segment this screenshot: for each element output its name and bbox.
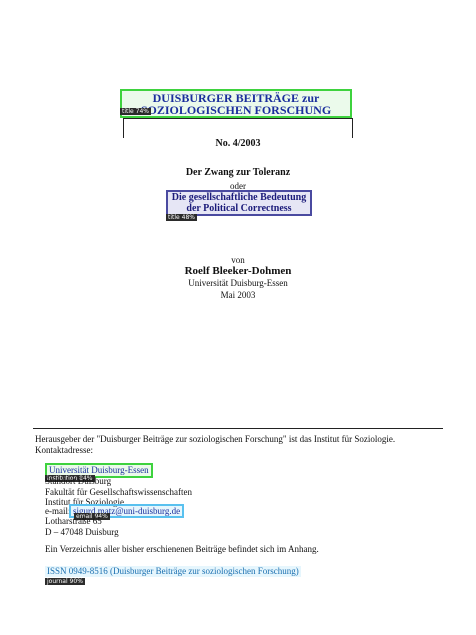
paper-title: Der Zwang zur Toleranz bbox=[185, 167, 291, 178]
contact-street: Lotharstraße 65 bbox=[45, 516, 102, 526]
publication-date: Mai 2003 bbox=[220, 290, 256, 300]
by-label: von bbox=[231, 255, 245, 265]
contact-city: D – 47048 Duisburg bbox=[45, 527, 119, 537]
paper-subtitle: Die gesellschaftliche Bedeutung der Poli… bbox=[166, 190, 312, 216]
publisher-statement: Herausgeber der "Duisburger Beiträge zur… bbox=[35, 434, 396, 455]
title-bracket-top bbox=[123, 118, 353, 119]
subtitle-tag: title 48% bbox=[166, 214, 197, 221]
appendix-note: Ein Verzeichnis aller bisher erschienene… bbox=[45, 544, 319, 554]
divider-rule bbox=[33, 428, 443, 429]
title-bracket-right bbox=[352, 118, 353, 138]
issn-reference[interactable]: ISSN 0949-8516 (Duisburger Beiträge zur … bbox=[45, 566, 301, 577]
contact-campus: Standort Duisburg bbox=[45, 476, 112, 486]
author-affiliation: Universität Duisburg-Essen bbox=[188, 278, 288, 288]
issue-number: No. 4/2003 bbox=[215, 138, 261, 149]
author-name: Roelf Bleeker-Dohmen bbox=[184, 265, 292, 277]
series-title-tag: title 74% bbox=[120, 108, 151, 115]
issn-tag: journal 90% bbox=[45, 578, 85, 585]
title-bracket-left bbox=[123, 118, 124, 138]
series-title: DUISBURGER BEITRÄGE zur SOZIOLOGISCHEN F… bbox=[120, 89, 352, 118]
